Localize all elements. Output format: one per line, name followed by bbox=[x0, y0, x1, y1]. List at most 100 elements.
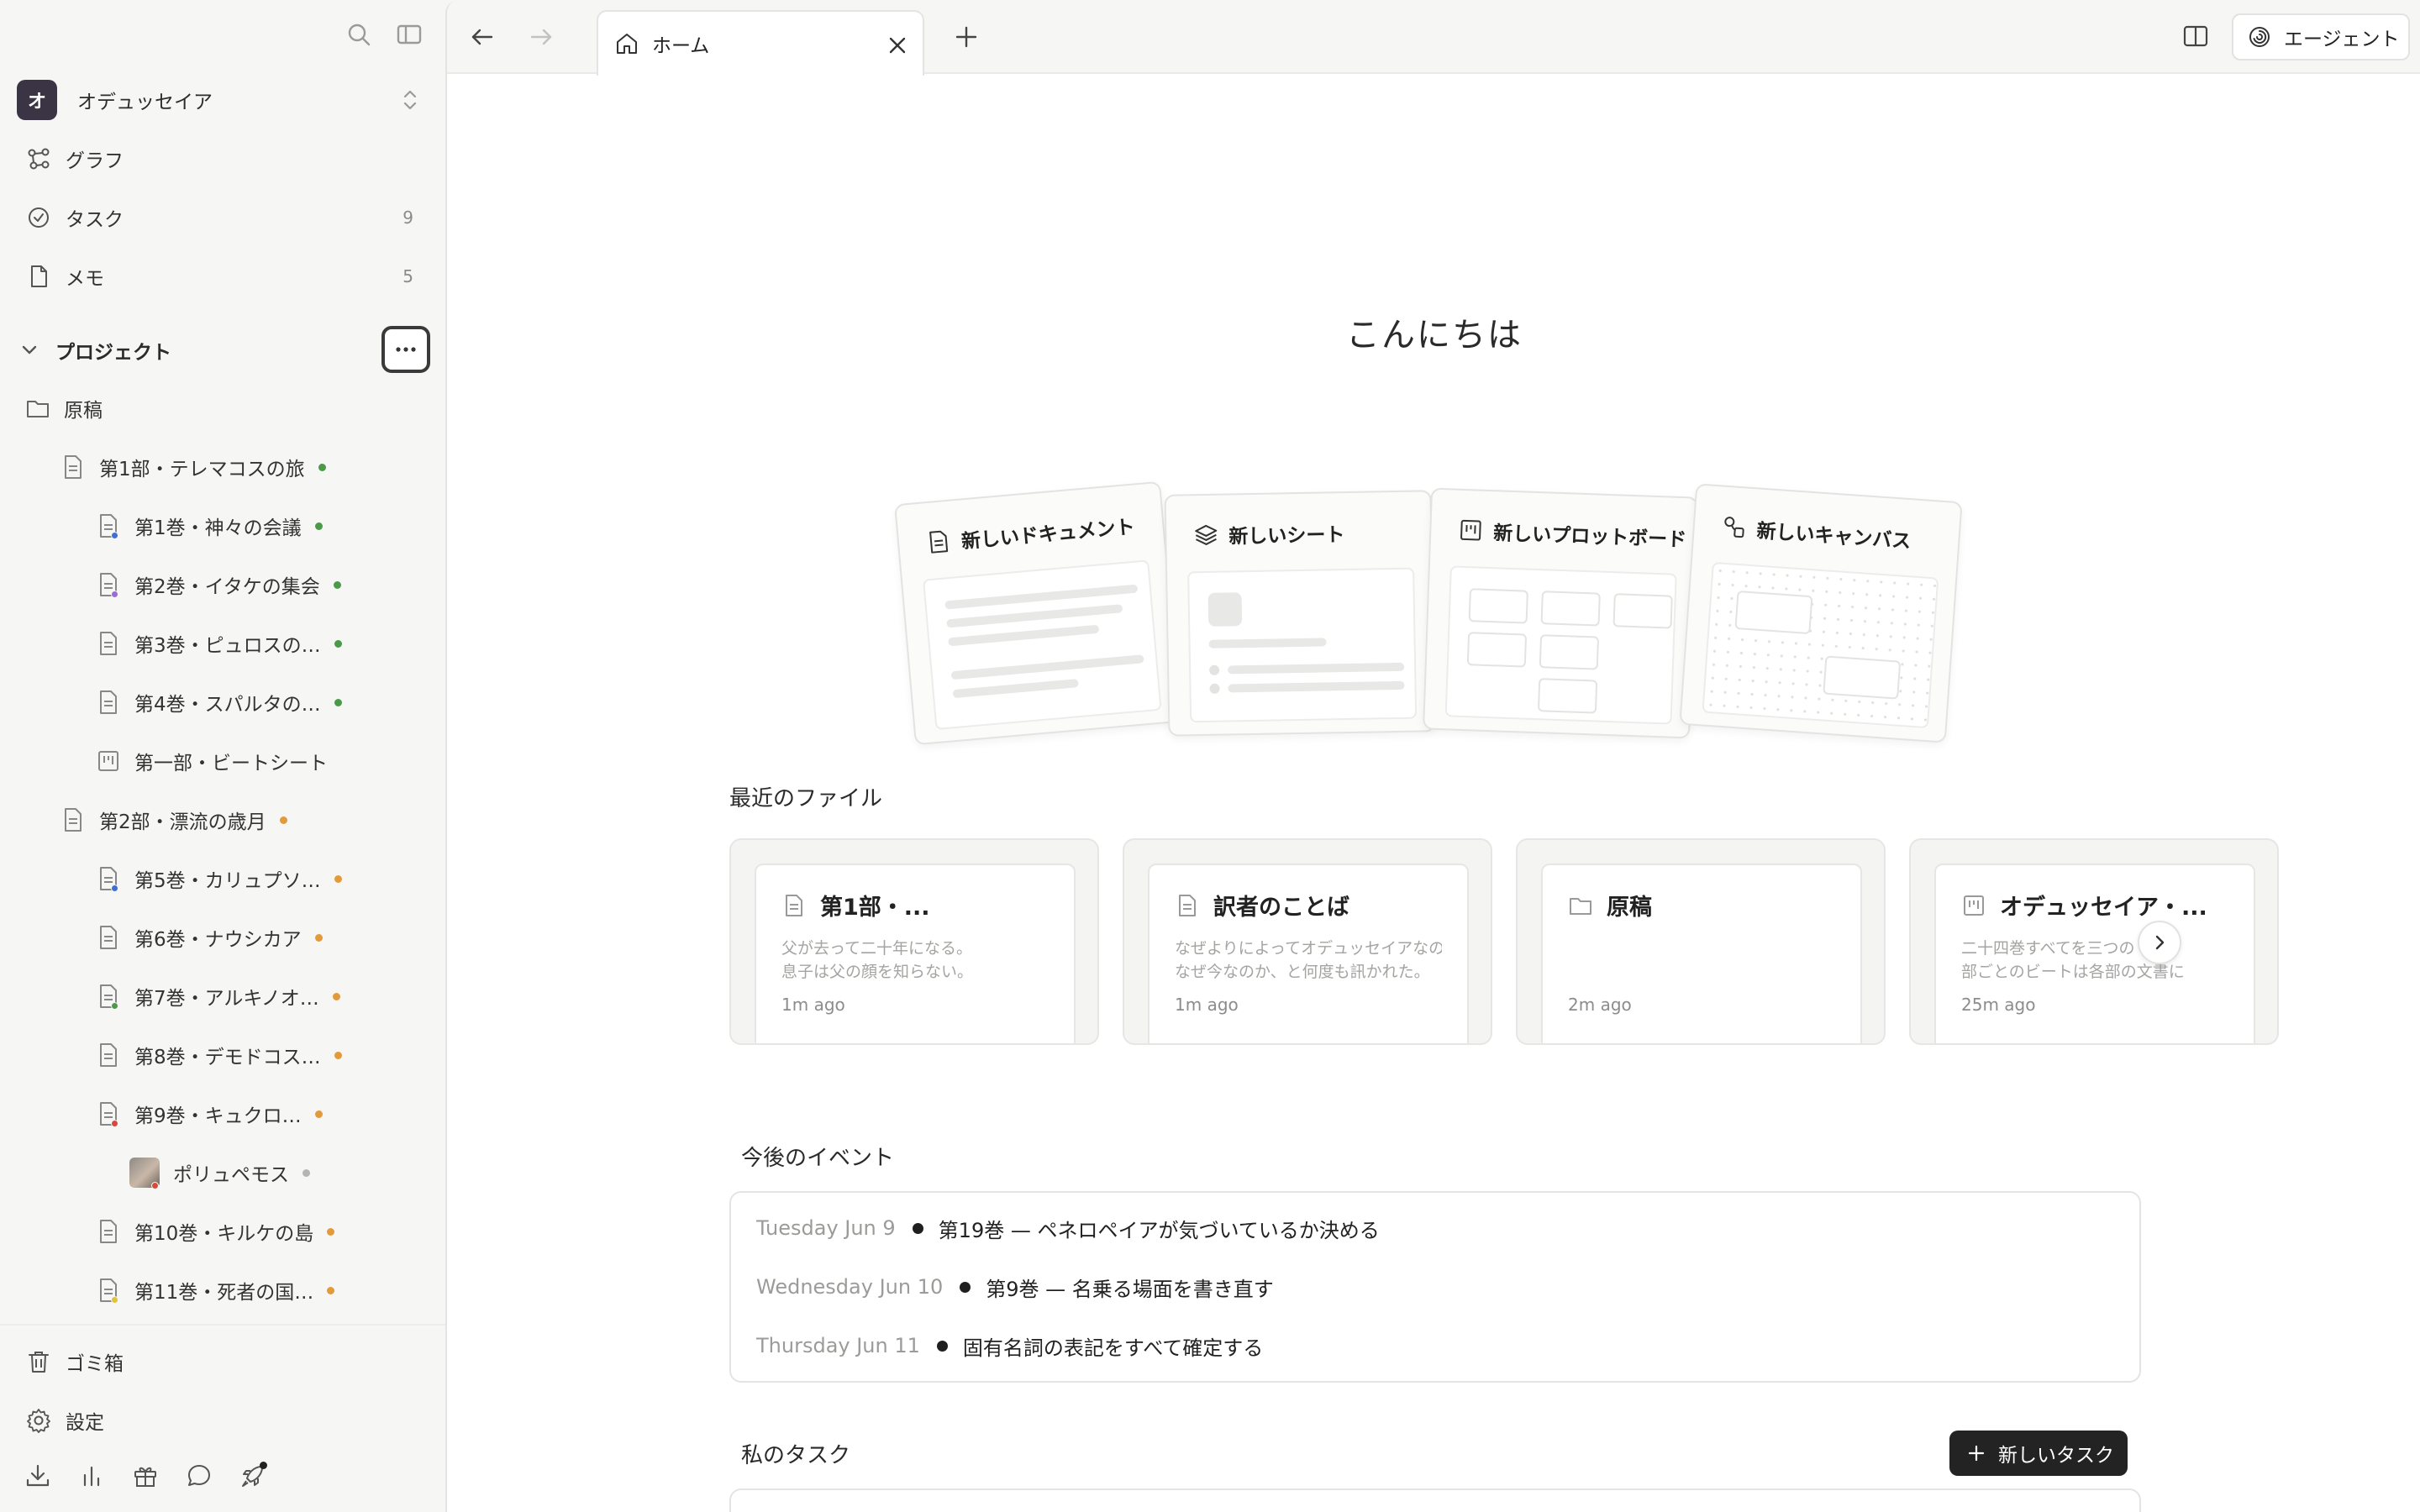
image-thumbnail bbox=[129, 1158, 160, 1189]
event-item[interactable]: Wednesday Jun 10 第9巻 — 名乗る場面を書き直す bbox=[756, 1270, 1274, 1304]
tree-item-label: 第11巻・死者の国… bbox=[134, 1282, 314, 1304]
tree-item[interactable]: 第5巻・カリュプソ… bbox=[96, 858, 342, 899]
chat-icon[interactable] bbox=[185, 1462, 213, 1490]
sidebar-item-tasks[interactable]: タスク 9 bbox=[25, 197, 413, 239]
document-icon bbox=[96, 512, 121, 539]
event-item[interactable]: Tuesday Jun 9 第19巻 — ペネロペイアが気づいているか決める bbox=[756, 1211, 1380, 1245]
recent-file-title: オデュッセイア・... bbox=[2000, 895, 2207, 921]
tree-item-label: 第7巻・アルキノオ… bbox=[134, 988, 319, 1010]
new-task-label: 新しいタスク bbox=[1998, 1445, 2114, 1467]
status-dot bbox=[334, 874, 342, 883]
tasks-list bbox=[729, 1488, 2141, 1512]
new-tab-plus-icon[interactable] bbox=[951, 22, 981, 52]
sidebar-item-graph[interactable]: グラフ bbox=[25, 138, 413, 180]
chevron-right-icon bbox=[2150, 933, 2169, 952]
sidebar-item-trash[interactable]: ゴミ箱 bbox=[25, 1341, 412, 1383]
tree-item-image[interactable]: ポリュペモス bbox=[129, 1152, 310, 1193]
projects-heading: プロジェクト bbox=[55, 342, 171, 364]
tree-item[interactable]: 第10巻・キルケの島 bbox=[96, 1211, 335, 1252]
recent-file-title-row: 第1部・... bbox=[781, 889, 1049, 921]
agent-button[interactable]: エージェント bbox=[2232, 13, 2410, 60]
forward-arrow-icon[interactable] bbox=[524, 20, 558, 54]
tree-item-label: 第9巻・キュクロ… bbox=[134, 1105, 302, 1127]
gift-icon[interactable] bbox=[131, 1462, 160, 1490]
new-plotboard-card[interactable]: 新しいプロットボード bbox=[1423, 487, 1698, 739]
sidebar-item-settings[interactable]: 設定 bbox=[25, 1399, 412, 1441]
split-view-icon[interactable] bbox=[2181, 22, 2210, 50]
carousel-next-button[interactable] bbox=[2138, 921, 2181, 964]
rocket-icon[interactable] bbox=[239, 1462, 267, 1490]
chart-icon[interactable] bbox=[77, 1462, 106, 1490]
tree-item[interactable]: 第11巻・死者の国… bbox=[96, 1270, 335, 1310]
status-dot bbox=[327, 1286, 335, 1294]
layers-icon bbox=[1193, 522, 1219, 549]
event-date: Thursday Jun 11 bbox=[756, 1334, 920, 1357]
trash-icon bbox=[25, 1348, 52, 1375]
tree-item[interactable]: 第一部・ビートシート bbox=[96, 741, 328, 781]
card-label-row: 新しいシート bbox=[1193, 518, 1345, 549]
tree-item-label: 第4巻・スパルタの… bbox=[134, 694, 321, 716]
sidebar-item-label: タスク bbox=[66, 209, 124, 231]
tree-item[interactable]: 第1部・テレマコスの旅 bbox=[60, 447, 326, 487]
document-icon bbox=[96, 865, 121, 892]
recent-file-card[interactable]: オデュッセイア・... 二十四巻すべてを三つの 部ごとのビートは各部の文書に 2… bbox=[1909, 838, 2279, 1045]
sidebar-item-label: 設定 bbox=[66, 1412, 104, 1434]
agent-button-label: エージェント bbox=[2284, 29, 2400, 50]
tree-item[interactable]: 第2部・漂流の歳月 bbox=[60, 800, 287, 840]
folder-icon bbox=[1568, 893, 1593, 918]
tree-item[interactable]: 第6巻・ナウシカア bbox=[96, 917, 323, 958]
tree-item-label: 第3巻・ピュロスの… bbox=[134, 635, 321, 657]
tree-item[interactable]: 第8巻・デモドコス… bbox=[96, 1035, 342, 1075]
tree-item[interactable]: 第1巻・神々の会議 bbox=[96, 506, 323, 546]
close-icon[interactable] bbox=[887, 35, 908, 55]
sidebar-item-notes[interactable]: メモ 5 bbox=[25, 255, 413, 297]
event-item[interactable]: Thursday Jun 11 固有名詞の表記をすべて確定する bbox=[756, 1329, 1263, 1362]
document-icon bbox=[96, 1218, 121, 1245]
document-icon bbox=[1175, 893, 1200, 918]
status-dot bbox=[332, 992, 340, 1000]
new-sheet-card[interactable]: 新しいシート bbox=[1164, 490, 1436, 737]
new-task-button[interactable]: 新しいタスク bbox=[1949, 1431, 2128, 1476]
sidebar-item-label: グラフ bbox=[66, 150, 124, 172]
recent-file-card[interactable]: 第1部・... 父が去って二十年になる。 息子は父の顔を知らない。 1m ago bbox=[729, 838, 1099, 1045]
sidebar-top-icons bbox=[346, 22, 422, 47]
more-options-button[interactable] bbox=[381, 326, 430, 373]
recent-file-card[interactable]: 原稿 2m ago bbox=[1516, 838, 1886, 1045]
tree-item[interactable]: 第4巻・スパルタの… bbox=[96, 682, 342, 722]
recent-file-preview: 第1部・... 父が去って二十年になる。 息子は父の顔を知らない。 1m ago bbox=[755, 864, 1076, 1043]
workspace-switcher[interactable]: オ オデュッセイア bbox=[17, 79, 420, 121]
back-arrow-icon[interactable] bbox=[466, 20, 499, 54]
tree-item[interactable]: 第9巻・キュクロ… bbox=[96, 1094, 323, 1134]
status-dot bbox=[279, 816, 287, 824]
tree-item-label: 第2部・漂流の歳月 bbox=[99, 811, 266, 833]
tree-item[interactable]: 第3巻・ピュロスの… bbox=[96, 623, 342, 664]
event-bullet bbox=[936, 1340, 948, 1352]
sub-status-dot bbox=[111, 591, 118, 598]
download-icon[interactable] bbox=[24, 1462, 52, 1490]
tree-item-folder[interactable]: 原稿 bbox=[25, 388, 103, 428]
greeting-heading: こんにちは bbox=[1346, 316, 1523, 354]
tree-item-label: ポリュペモス bbox=[173, 1164, 289, 1186]
sidebar-toggle-icon[interactable] bbox=[397, 22, 422, 47]
document-preview bbox=[922, 559, 1162, 731]
recent-file-title: 訳者のことば bbox=[1213, 895, 1349, 921]
recent-file-title-row: 訳者のことば bbox=[1175, 889, 1442, 921]
projects-section-header[interactable]: プロジェクト bbox=[18, 326, 430, 373]
chevron-down-icon[interactable] bbox=[18, 339, 40, 361]
tree-item[interactable]: 第7巻・アルキノオ… bbox=[96, 976, 340, 1016]
recent-file-excerpt: 二十四巻すべてを三つの 部ごとのビートは各部の文書に bbox=[1961, 937, 2228, 984]
document-icon bbox=[96, 689, 121, 716]
sub-status-dot bbox=[111, 885, 118, 892]
sub-status-dot bbox=[111, 1120, 118, 1127]
tree-item[interactable]: 第2巻・イタケの集会 bbox=[96, 564, 341, 605]
recent-file-card[interactable]: 訳者のことば なぜよりによってオデュッセイアなのか なぜ今なのか、と何度も訊かれ… bbox=[1123, 838, 1492, 1045]
document-icon bbox=[96, 571, 121, 598]
search-icon[interactable] bbox=[346, 22, 371, 47]
sub-status-dot bbox=[151, 1182, 159, 1189]
tab-home[interactable]: ホーム bbox=[597, 10, 924, 76]
status-dot bbox=[334, 639, 342, 648]
new-canvas-card[interactable]: 新しいキャンバス bbox=[1679, 483, 1963, 743]
recent-file-time: 2m ago bbox=[1568, 995, 1632, 1015]
new-document-card[interactable]: 新しいドキュメント bbox=[894, 480, 1181, 746]
recent-file-excerpt: 父が去って二十年になる。 息子は父の顔を知らない。 bbox=[781, 937, 1049, 984]
